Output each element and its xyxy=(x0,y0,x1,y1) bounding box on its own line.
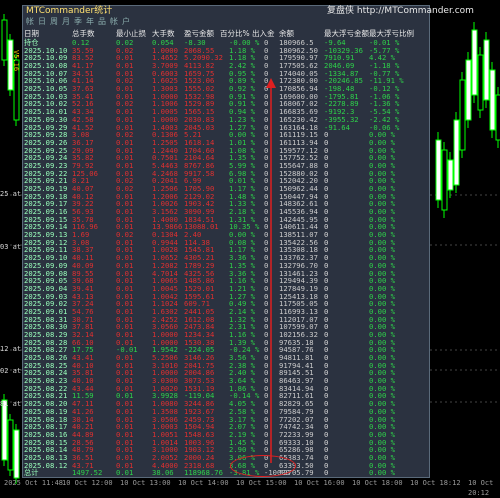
menu-item-1[interactable]: 日 xyxy=(38,17,47,26)
time-tick: 2025 Oct 11:48 xyxy=(4,479,64,487)
candle xyxy=(13,429,20,479)
time-tick: 10 Oct 20:12 xyxy=(468,479,494,497)
time-tick: 10 Oct 14:00 xyxy=(178,479,229,487)
candle xyxy=(471,29,478,96)
candle xyxy=(495,94,500,141)
cell-d: 118968.76 xyxy=(184,468,223,478)
candle xyxy=(453,119,460,186)
candle xyxy=(441,149,448,211)
cell-a: 1497.52 xyxy=(72,468,103,478)
cell-dd: 0 xyxy=(324,468,329,478)
menu-item-4[interactable]: 季 xyxy=(74,17,83,26)
period-menu: 帐日周月季年品帐户 xyxy=(26,17,134,27)
time-tick: 10 Oct 16:00 xyxy=(294,479,345,487)
candle xyxy=(447,159,454,191)
site-link[interactable]: 复盘侠 http://MTCommander.com xyxy=(327,5,474,17)
table-row[interactable]: 总计 1497.52 0.01 38.06 118968.76 -3.81 % -10000… xyxy=(24,468,429,478)
candle xyxy=(489,69,496,131)
time-tick: 10 Oct 12:00 xyxy=(62,479,113,487)
candle xyxy=(1,399,8,461)
stats-table: 持仓 0.12 0.02 0.054 -8.30 -0.00 % 0 180966.5 -9.6… xyxy=(24,38,429,478)
menu-item-7[interactable]: 帐 xyxy=(110,17,119,26)
cell-c: 38.06 xyxy=(152,468,174,478)
candle xyxy=(1,19,8,61)
menu-item-8[interactable]: 户 xyxy=(122,17,131,26)
window-title: MTCommander统计 xyxy=(26,6,113,16)
candle xyxy=(477,54,484,111)
cell-date: 总计 xyxy=(24,468,39,478)
menu-item-6[interactable]: 品 xyxy=(98,17,107,26)
candle xyxy=(483,39,490,101)
menu-item-0[interactable]: 帐 xyxy=(26,17,35,26)
window-titlebar[interactable]: MTCommander统计 复盘侠 http://MTCommander.com xyxy=(22,5,500,17)
cell-b: 0.01 xyxy=(116,468,134,478)
up-arrow-annotation xyxy=(266,78,276,463)
circle-annotation xyxy=(230,455,296,477)
time-tick: 10 Oct 18:00 xyxy=(352,479,403,487)
menu-item-3[interactable]: 月 xyxy=(62,17,71,26)
candle xyxy=(465,59,472,121)
candle xyxy=(7,419,14,471)
time-tick: 10 Oct 13:00 xyxy=(120,479,171,487)
candle xyxy=(459,79,466,151)
menu-item-5[interactable]: 年 xyxy=(86,17,95,26)
cell-ddp: 0.00 % xyxy=(369,468,395,478)
time-tick: 10 Oct 15:00 xyxy=(236,479,287,487)
menu-item-2[interactable]: 周 xyxy=(50,17,59,26)
time-tick: 10 Oct 18:12 xyxy=(410,479,461,487)
candle xyxy=(435,139,442,201)
time-axis: 2025 Oct 11:48 10 Oct 12:00 10 Oct 13:00 10… xyxy=(0,478,500,497)
